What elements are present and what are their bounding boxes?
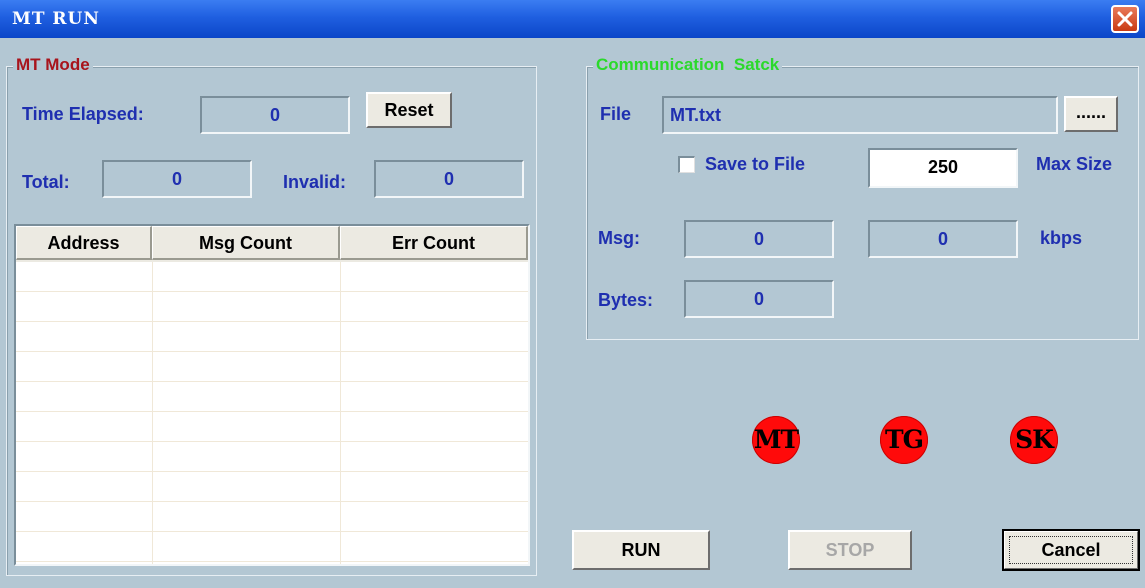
max-size-input[interactable]: 250 <box>868 148 1018 188</box>
total-label: Total: <box>22 172 70 192</box>
bytes-label: Bytes: <box>598 290 654 310</box>
stop-button[interactable]: STOP <box>788 530 912 570</box>
close-icon <box>1117 11 1133 27</box>
reset-button[interactable]: Reset <box>366 92 452 128</box>
browse-button-label: ...... <box>1075 102 1106 122</box>
table-row[interactable] <box>16 352 528 382</box>
save-to-file-checkbox[interactable] <box>678 156 695 173</box>
kbps-label: kbps <box>1040 228 1083 248</box>
browse-button[interactable]: ...... <box>1064 96 1118 132</box>
communication-stack-legend: Communication Satck <box>593 55 783 75</box>
stop-button-label: STOP <box>825 540 875 560</box>
reset-button-label: Reset <box>384 100 434 120</box>
table-row[interactable] <box>16 502 528 532</box>
invalid-label: Invalid: <box>283 172 347 192</box>
file-label: File <box>600 104 632 124</box>
table-row[interactable] <box>16 262 528 292</box>
mt-run-dialog: MT RUN MT Mode Time Elapsed: 0 Reset Tot… <box>0 0 1145 588</box>
table-row[interactable] <box>16 412 528 442</box>
mt-indicator-led: MT <box>752 416 800 464</box>
tg-indicator-led: TG <box>880 416 928 464</box>
run-button[interactable]: RUN <box>572 530 710 570</box>
address-table[interactable]: Address Msg Count Err Count <box>14 224 530 566</box>
cancel-button-label: Cancel <box>1041 540 1101 560</box>
invalid-field: 0 <box>374 160 524 198</box>
run-button-label: RUN <box>621 540 661 560</box>
window-title: MT RUN <box>12 9 100 29</box>
time-elapsed-label: Time Elapsed: <box>22 104 144 124</box>
table-row[interactable] <box>16 292 528 322</box>
column-header-address[interactable]: Address <box>16 226 152 260</box>
time-elapsed-field: 0 <box>200 96 350 134</box>
table-row[interactable] <box>16 382 528 412</box>
table-row[interactable] <box>16 442 528 472</box>
title-bar[interactable]: MT RUN <box>0 0 1145 38</box>
mt-mode-legend: MT Mode <box>13 55 93 75</box>
table-row[interactable] <box>16 472 528 502</box>
cancel-button[interactable]: Cancel <box>1002 529 1140 571</box>
kbps-field: 0 <box>868 220 1018 258</box>
table-row[interactable] <box>16 322 528 352</box>
column-header-msg-count[interactable]: Msg Count <box>152 226 340 260</box>
total-field: 0 <box>102 160 252 198</box>
save-to-file-label[interactable]: Save to File <box>705 154 805 175</box>
msg-field: 0 <box>684 220 834 258</box>
max-size-label: Max Size <box>1036 154 1113 174</box>
table-row[interactable] <box>16 532 528 562</box>
sk-indicator-led: SK <box>1010 416 1058 464</box>
msg-label: Msg: <box>598 228 640 248</box>
table-header: Address Msg Count Err Count <box>16 226 528 262</box>
column-header-err-count[interactable]: Err Count <box>340 226 528 260</box>
file-path-field[interactable]: MT.txt <box>662 96 1058 134</box>
bytes-field: 0 <box>684 280 834 318</box>
close-button[interactable] <box>1111 5 1139 33</box>
